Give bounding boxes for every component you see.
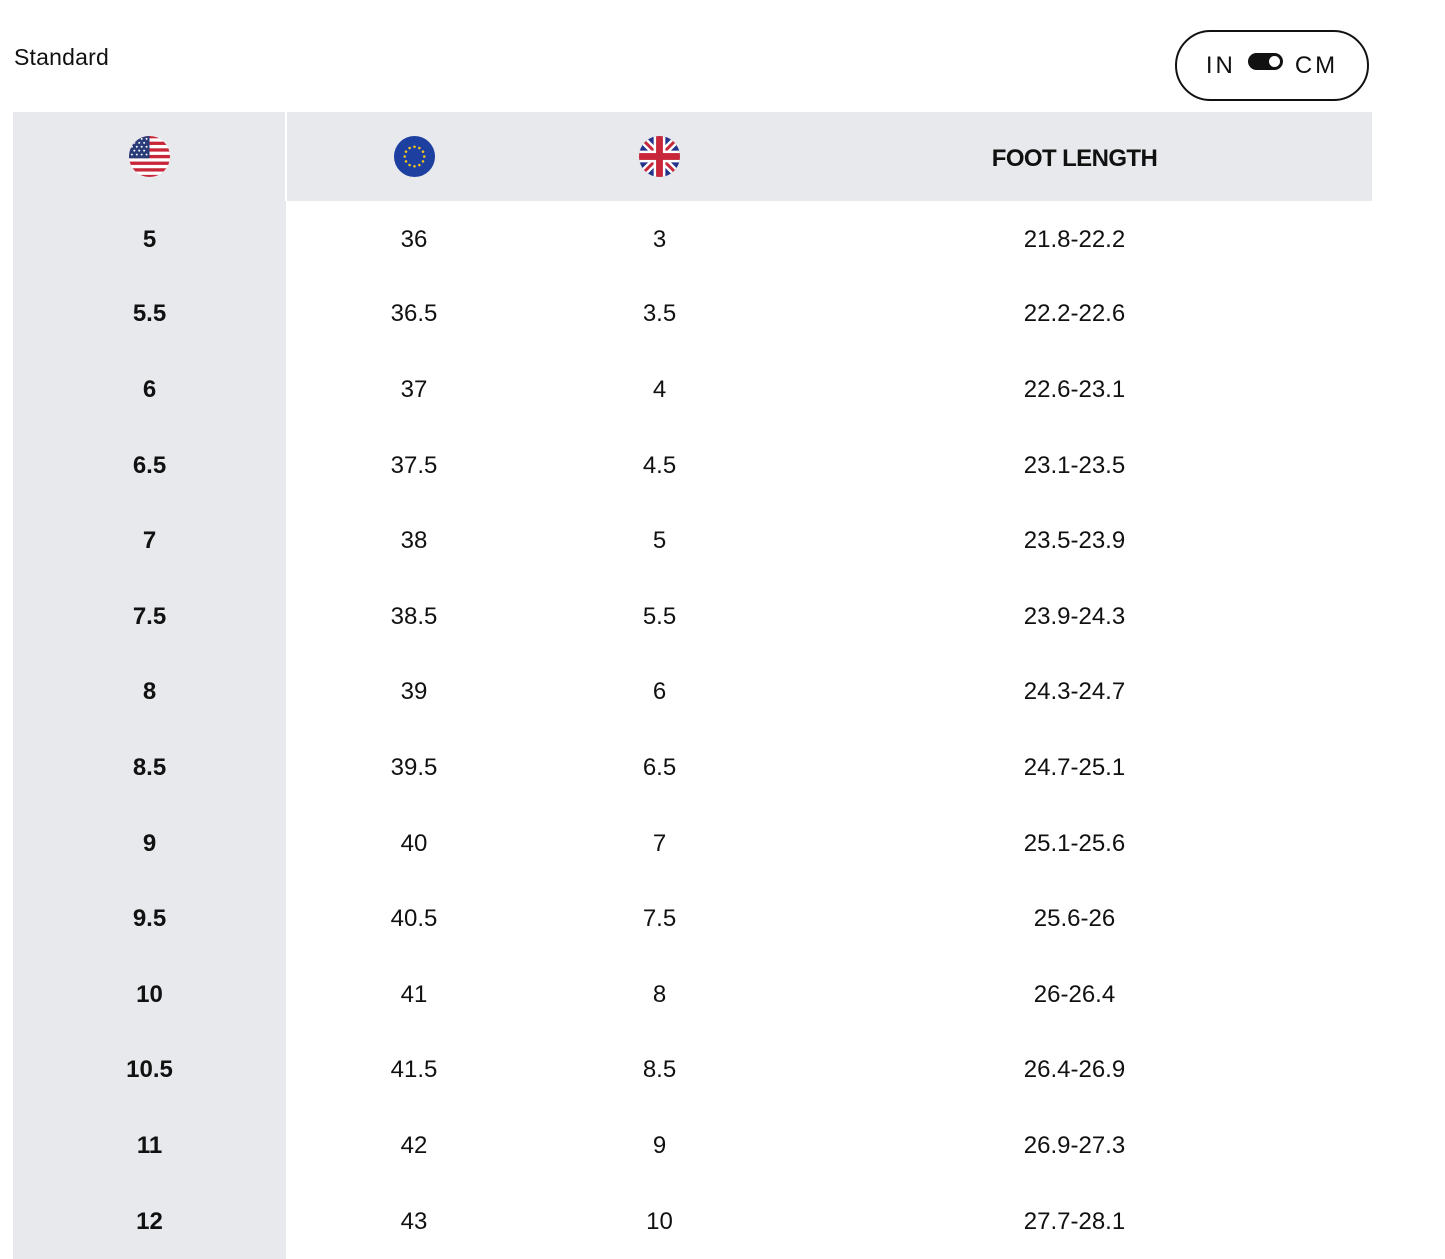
size-chart-title: Standard: [14, 44, 109, 70]
eu-size-cell: 38.5: [390, 602, 438, 630]
eu-size-cell: 40.5: [390, 905, 438, 933]
eu-size-cell: 41: [400, 980, 428, 1008]
table-row: 5.5 36.5 3.5 22.2-22.6: [13, 276, 1372, 353]
uk-size-cell: 6: [652, 678, 667, 706]
us-size-cell: 10: [13, 956, 286, 1033]
us-size-cell: 8: [13, 654, 286, 731]
eu-size-cell: 36: [400, 226, 428, 254]
table-row: 12 43 10 27.7-28.1: [13, 1183, 1372, 1259]
eu-flag-icon: [393, 135, 436, 178]
uk-flag-icon: [638, 135, 681, 178]
uk-size-cell: 8: [652, 980, 667, 1008]
table-row: 8.5 39.5 6.5 24.7-25.1: [13, 730, 1372, 806]
us-flag-icon: [128, 135, 170, 178]
uk-size-cell: 4.5: [642, 451, 677, 479]
table-row: 5 36 3 21.8-22.2: [13, 201, 1372, 277]
table-row: 11 42 9 26.9-27.3: [13, 1108, 1372, 1184]
table-row: 10.5 41.5 8.5 26.4-26.9: [13, 1032, 1372, 1109]
table-row: 7 38 5 23.5-23.9: [13, 503, 1372, 579]
foot-length-cell: 24.3-24.7: [1023, 678, 1126, 706]
table-row: 9.5 40.5 7.5 25.6-26: [13, 881, 1372, 957]
foot-length-cell: 26.9-27.3: [1023, 1131, 1126, 1159]
us-size-cell: 5.5: [13, 276, 286, 353]
us-size-cell: 9.5: [13, 881, 286, 957]
table-header-row: FOOT LENGTH: [13, 112, 1372, 201]
us-size-cell: 11: [13, 1108, 286, 1184]
table-row: 9 40 7 25.1-25.6: [13, 805, 1372, 882]
eu-size-cell: 39: [400, 678, 428, 706]
us-size-cell: 6: [13, 352, 286, 428]
unit-in-label[interactable]: IN: [1206, 52, 1236, 80]
foot-length-cell: 27.7-28.1: [1023, 1207, 1126, 1235]
size-table: FOOT LENGTH 5 36 3 21.8-22.2 5.5 36.5 3.5 22.2-…: [13, 112, 1372, 1259]
column-header-us: [13, 112, 287, 201]
foot-length-cell: 26.4-26.9: [1023, 1056, 1126, 1084]
uk-size-cell: 3.5: [642, 300, 677, 328]
eu-size-cell: 43: [400, 1207, 428, 1235]
us-size-cell: 7.5: [13, 578, 286, 655]
uk-size-cell: 7.5: [642, 905, 677, 933]
uk-size-cell: 5: [652, 527, 667, 555]
foot-length-cell: 26-26.4: [1033, 980, 1116, 1008]
column-header-eu: [286, 112, 542, 201]
us-size-cell: 6.5: [13, 427, 286, 504]
foot-length-cell: 23.9-24.3: [1023, 602, 1126, 630]
uk-size-cell: 4: [652, 375, 667, 403]
us-size-cell: 12: [13, 1183, 286, 1259]
uk-size-cell: 8.5: [642, 1056, 677, 1084]
eu-size-cell: 38: [400, 527, 428, 555]
table-row: 6 37 4 22.6-23.1: [13, 352, 1372, 428]
eu-size-cell: 40: [400, 829, 428, 857]
unit-toggle[interactable]: IN CM: [1175, 30, 1369, 101]
us-size-cell: 10.5: [13, 1032, 286, 1109]
toggle-switch-icon[interactable]: [1247, 53, 1283, 70]
foot-length-cell: 25.6-26: [1033, 905, 1116, 933]
us-size-cell: 5: [13, 201, 286, 277]
eu-size-cell: 36.5: [390, 300, 438, 328]
uk-size-cell: 6.5: [642, 753, 677, 781]
uk-size-cell: 7: [652, 829, 667, 857]
uk-size-cell: 5.5: [642, 602, 677, 630]
foot-length-cell: 22.2-22.6: [1023, 300, 1126, 328]
uk-size-cell: 10: [646, 1207, 673, 1235]
column-header-uk: [542, 112, 777, 201]
us-size-cell: 8.5: [13, 730, 286, 806]
us-size-cell: 7: [13, 503, 286, 579]
foot-length-cell: 22.6-23.1: [1023, 375, 1126, 403]
foot-length-cell: 23.1-23.5: [1023, 451, 1126, 479]
foot-length-cell: 24.7-25.1: [1023, 753, 1126, 781]
table-row: 8 39 6 24.3-24.7: [13, 654, 1372, 731]
uk-size-cell: 3: [652, 226, 667, 254]
eu-size-cell: 37.5: [390, 451, 438, 479]
table-row: 7.5 38.5 5.5 23.9-24.3: [13, 578, 1372, 655]
foot-length-cell: 25.1-25.6: [1023, 829, 1126, 857]
foot-length-cell: 23.5-23.9: [1023, 527, 1126, 555]
table-row: 10 41 8 26-26.4: [13, 956, 1372, 1033]
table-row: 6.5 37.5 4.5 23.1-23.5: [13, 427, 1372, 504]
foot-length-cell: 21.8-22.2: [1023, 226, 1126, 254]
column-header-foot-length: FOOT LENGTH: [777, 112, 1372, 201]
eu-size-cell: 42: [400, 1131, 428, 1159]
eu-size-cell: 37: [400, 375, 428, 403]
uk-size-cell: 9: [652, 1131, 667, 1159]
eu-size-cell: 41.5: [390, 1056, 438, 1084]
us-size-cell: 9: [13, 805, 286, 882]
eu-size-cell: 39.5: [390, 753, 438, 781]
unit-cm-label[interactable]: CM: [1295, 52, 1338, 80]
